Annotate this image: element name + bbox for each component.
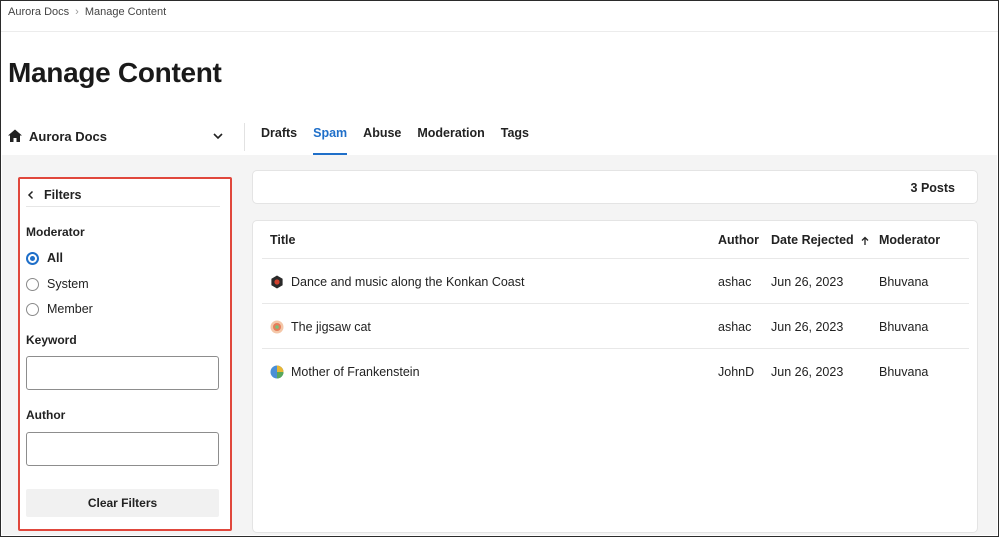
keyword-input[interactable] [26, 356, 219, 390]
tab-drafts[interactable]: Drafts [261, 119, 297, 155]
home-icon [8, 129, 22, 142]
post-moderator[interactable]: Bhuvana [879, 275, 928, 289]
circle-avatar-icon [270, 365, 284, 379]
post-author[interactable]: JohnD [718, 365, 754, 379]
post-title-link[interactable]: The jigsaw cat [291, 320, 371, 334]
chevron-left-icon [27, 190, 34, 199]
column-header-date-rejected[interactable]: Date Rejected [771, 233, 870, 247]
radio-button[interactable] [26, 302, 39, 316]
community-selector-label: Aurora Docs [29, 128, 108, 144]
table-row: Mother of Frankenstein JohnD Jun 26, 202… [262, 348, 969, 393]
keyword-label: Keyword [26, 333, 77, 347]
column-header-title: Title [270, 233, 296, 247]
post-date: Jun 26, 2023 [771, 365, 844, 379]
tab-spam[interactable]: Spam [313, 119, 348, 155]
vertical-divider [244, 123, 245, 151]
post-moderator[interactable]: Bhuvana [879, 320, 928, 334]
radio-label-all: All [47, 251, 63, 265]
post-title-link[interactable]: Dance and music along the Konkan Coast [291, 275, 524, 289]
tab-tags[interactable]: Tags [501, 119, 529, 155]
community-selector[interactable]: Aurora Docs [7, 123, 227, 149]
table-row: The jigsaw cat ashac Jun 26, 2023 Bhuvan… [262, 303, 969, 348]
filters-panel: Filters Moderator All System Member Keyw… [18, 177, 232, 531]
sort-ascending-icon [861, 236, 869, 245]
sunburst-avatar-icon [270, 320, 284, 334]
post-date: Jun 26, 2023 [771, 320, 844, 334]
post-author[interactable]: ashac [718, 275, 751, 289]
post-date: Jun 26, 2023 [771, 275, 844, 289]
breadcrumb-separator-icon: › [75, 6, 79, 18]
breadcrumb: Aurora Docs › Manage Content [8, 5, 166, 19]
page-title: Manage Content [8, 57, 222, 88]
tab-bar: Drafts Spam Abuse Moderation Tags [261, 119, 529, 155]
breadcrumb-link-community[interactable]: Aurora Docs [8, 6, 69, 18]
table-header: Title Author Date Rejected Moderator [270, 233, 969, 258]
filters-collapse-toggle[interactable]: Filters [26, 183, 220, 207]
filters-title: Filters [44, 187, 82, 202]
chevron-down-icon [213, 133, 223, 140]
radio-moderator-member[interactable]: Member [26, 301, 93, 317]
header-divider [1, 31, 998, 32]
radio-moderator-all[interactable]: All [26, 250, 63, 266]
author-input[interactable] [26, 432, 219, 466]
post-title-link[interactable]: Mother of Frankenstein [291, 365, 420, 379]
author-label: Author [26, 408, 66, 422]
radio-button[interactable] [26, 277, 39, 291]
post-moderator[interactable]: Bhuvana [879, 365, 928, 379]
radio-button-checked[interactable] [26, 251, 39, 265]
tab-moderation[interactable]: Moderation [417, 119, 484, 155]
clear-filters-button[interactable]: Clear Filters [26, 489, 219, 517]
post-author[interactable]: ashac [718, 320, 751, 334]
moderator-label: Moderator [26, 225, 85, 239]
table-row: Dance and music along the Konkan Coast a… [262, 258, 969, 303]
breadcrumb-current: Manage Content [84, 6, 167, 18]
hexagon-avatar-icon [270, 275, 284, 289]
column-header-date-label: Date Rejected [771, 233, 854, 247]
radio-moderator-system[interactable]: System [26, 276, 89, 292]
column-header-author: Author [718, 233, 759, 247]
app-window: Aurora Docs › Manage Content Manage Cont… [0, 0, 999, 537]
column-header-moderator: Moderator [879, 233, 941, 247]
posts-count-card: 3 Posts [252, 170, 978, 204]
tab-abuse[interactable]: Abuse [363, 119, 401, 155]
radio-label-system: System [47, 277, 89, 291]
posts-count: 3 Posts [910, 181, 955, 195]
posts-table: Title Author Date Rejected Moderator Dan… [252, 220, 978, 533]
radio-label-member: Member [47, 302, 93, 316]
